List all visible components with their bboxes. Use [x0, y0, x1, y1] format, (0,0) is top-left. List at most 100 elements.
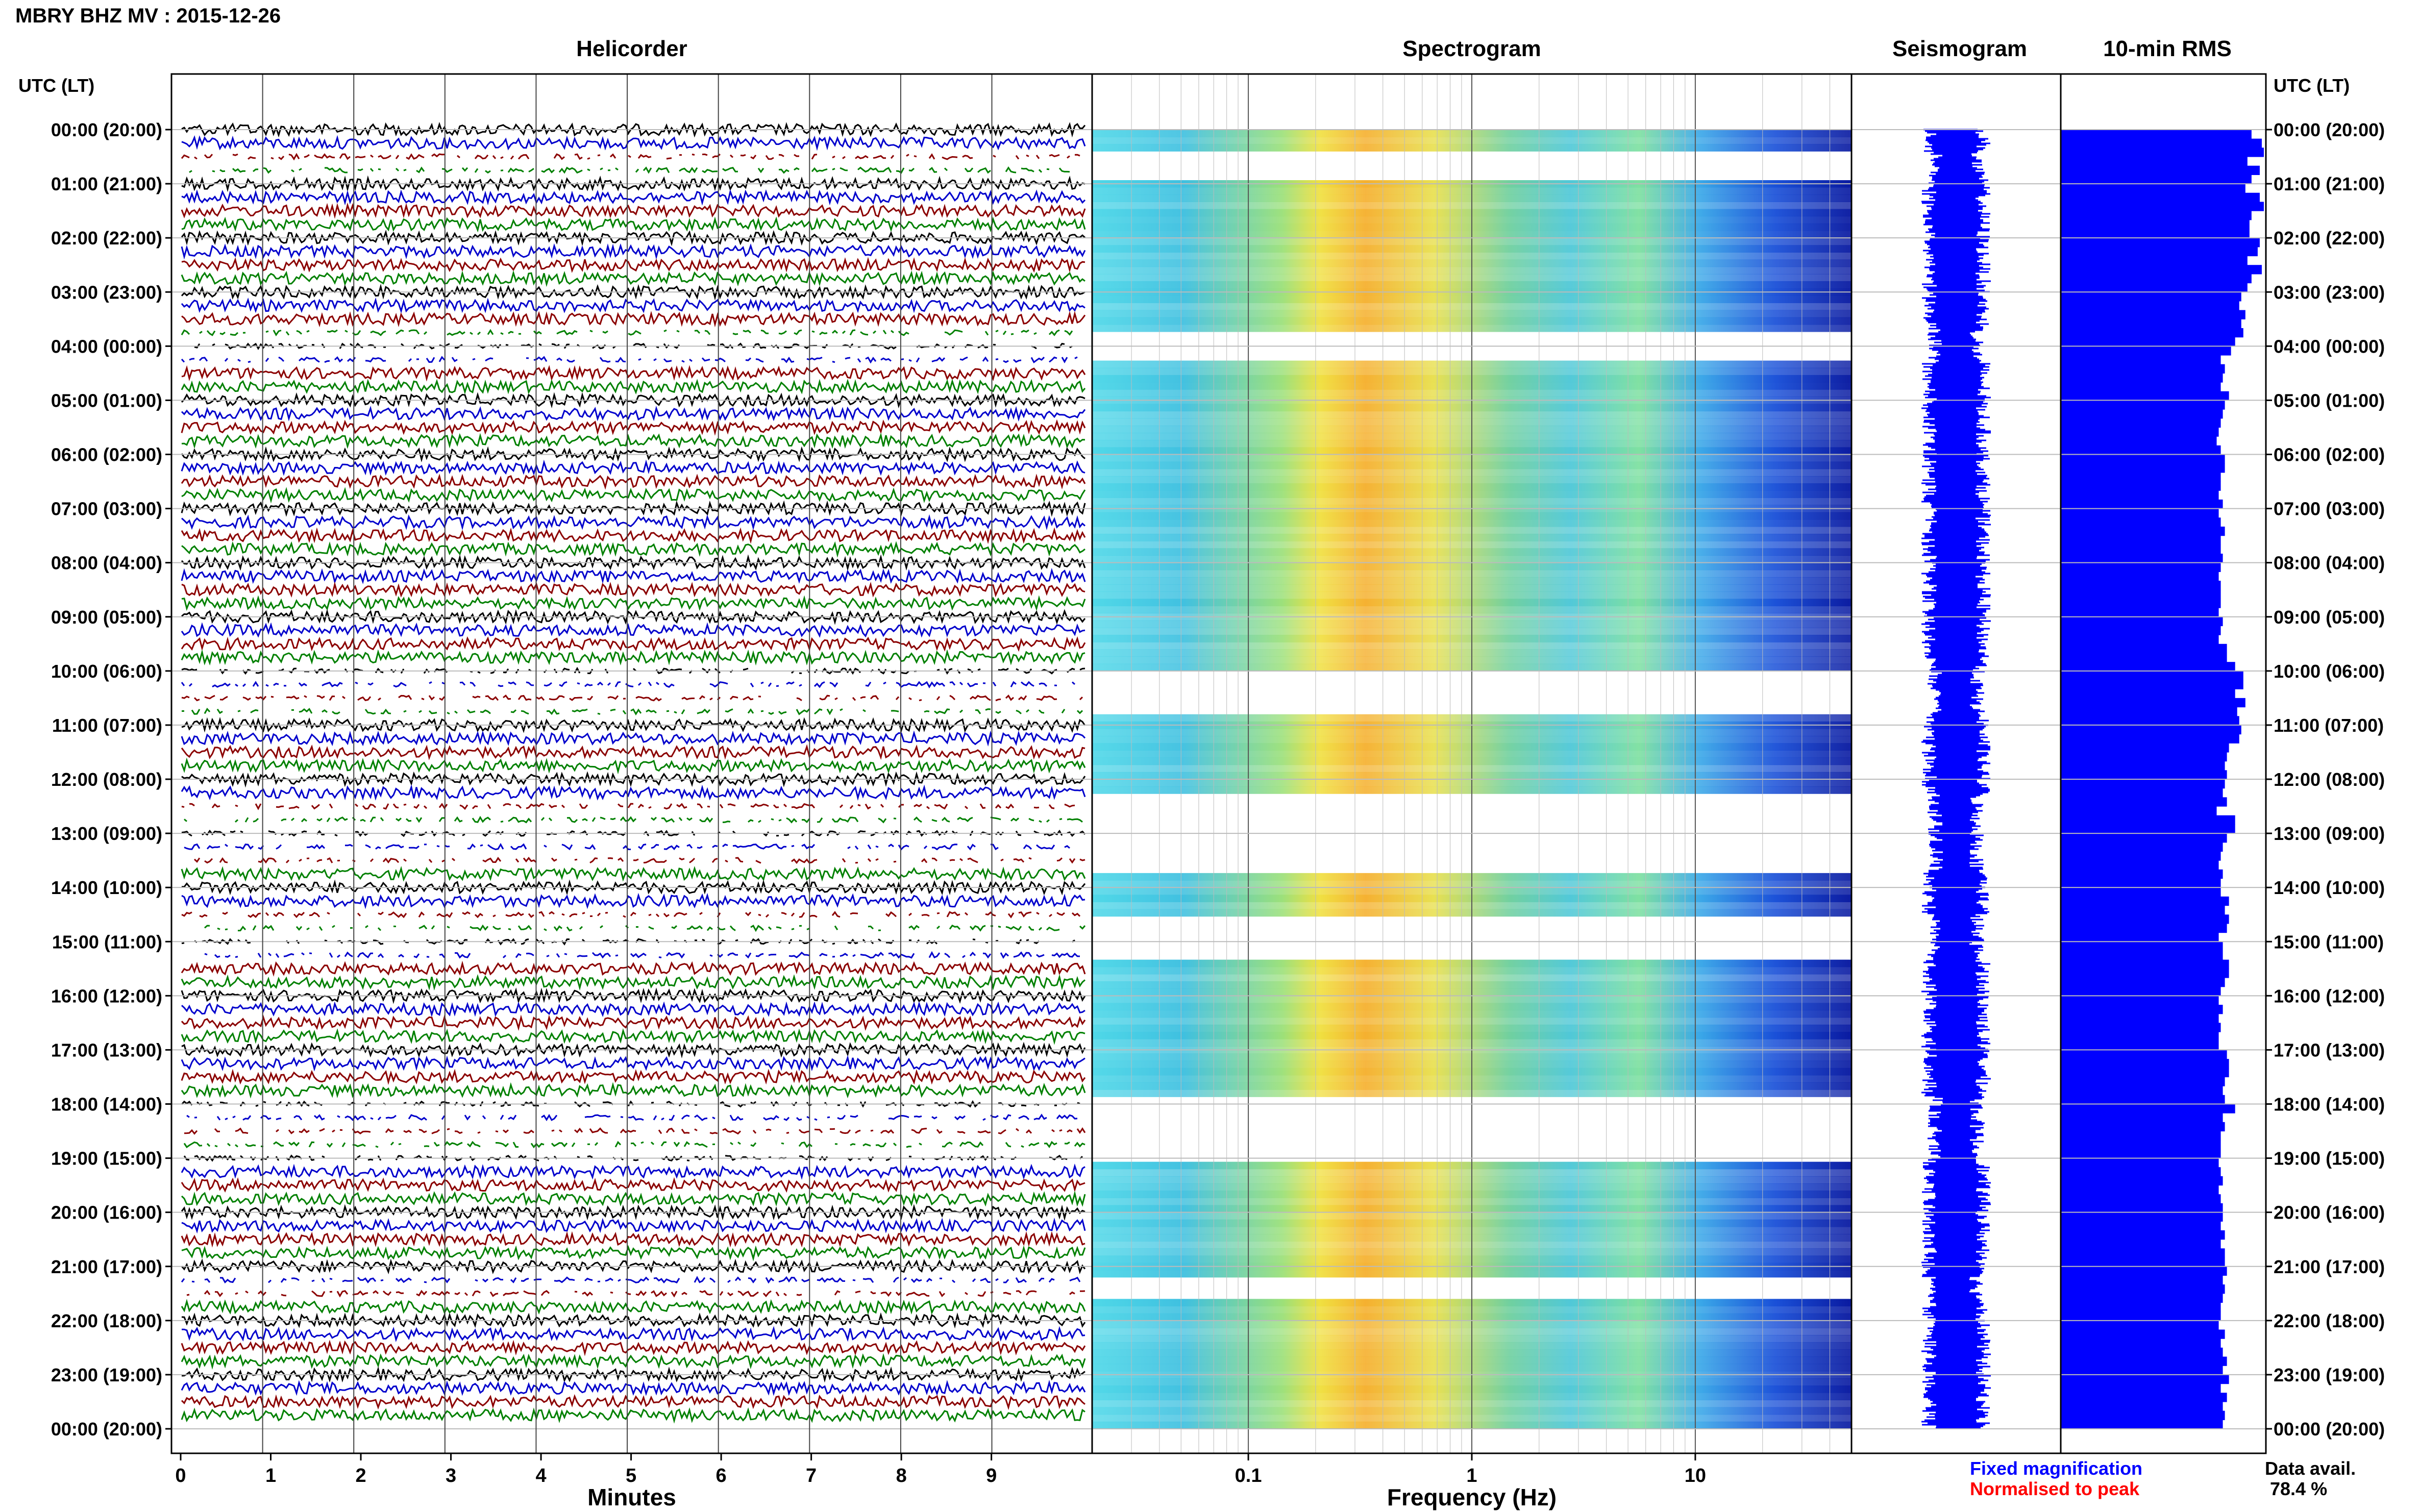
rms-bar [2061, 824, 2235, 834]
rms-bar [2061, 1040, 2219, 1051]
rms-bar [2061, 535, 2221, 545]
minute-tick-label: 7 [806, 1465, 817, 1486]
time-tick-left: 17:00 (13:00) [51, 1039, 162, 1060]
rms-bar [2061, 553, 2223, 563]
rms-bar [2061, 292, 2241, 302]
time-tick-right: 17:00 (13:00) [2274, 1039, 2385, 1060]
frequency-axis-label: Frequency (Hz) [1387, 1484, 1557, 1510]
rms-bar [2061, 1374, 2229, 1384]
rms-bar [2061, 941, 2223, 951]
helicorder-trace [181, 893, 1085, 909]
rms-bar [2061, 1095, 2225, 1105]
helicorder-trace [181, 135, 1086, 151]
rms-bar [2061, 643, 2227, 654]
rms-bar [2061, 301, 2239, 311]
time-tick-right: 21:00 (17:00) [2274, 1256, 2385, 1277]
helicorder-trace [181, 1407, 1085, 1424]
rms-bar [2061, 472, 2221, 482]
rms-bar [2061, 454, 2225, 464]
rms-bar [2061, 779, 2225, 789]
rms-bar [2061, 517, 2221, 527]
rms-bar [2061, 878, 2221, 888]
time-tick-left: 08:00 (04:00) [51, 553, 162, 574]
helicorder-trace [181, 1340, 1086, 1356]
helicorder-trace [182, 1277, 1085, 1282]
time-tick-right: 02:00 (22:00) [2274, 228, 2385, 249]
helicorder-trace [181, 487, 1086, 504]
helicorder-trace [184, 1127, 1086, 1135]
rms-bar [2061, 806, 2217, 816]
frequency-tick-label: 1 [1466, 1465, 1477, 1486]
rms-bar [2061, 508, 2219, 518]
helicorder-panel-title: Helicorder [576, 36, 687, 61]
rms-bar [2061, 1032, 2219, 1042]
legend-fixed-magnification: Fixed magnification [1970, 1458, 2142, 1479]
data-availability-value: 78.4 % [2270, 1478, 2327, 1499]
time-tick-left: 01:00 (21:00) [51, 173, 162, 194]
time-tick-left: 00:00 (20:00) [51, 119, 162, 140]
rms-bar [2061, 1410, 2225, 1420]
rms-bar [2061, 743, 2229, 753]
helicorder-trace [181, 744, 1085, 760]
rms-bar [2061, 544, 2221, 554]
rms-bar [2061, 626, 2221, 635]
rms-bar [2061, 788, 2223, 798]
time-tick-right: 14:00 (10:00) [2274, 877, 2385, 898]
rms-bar [2061, 1266, 2227, 1276]
rms-bar [2061, 229, 2250, 238]
time-tick-right: 13:00 (09:00) [2274, 823, 2385, 844]
helicorder-trace [182, 154, 1085, 159]
rms-bar [2061, 1185, 2219, 1195]
time-tick-left: 12:00 (08:00) [51, 769, 162, 790]
left-axis-label: UTC (LT) [18, 75, 94, 96]
minute-tick-label: 6 [716, 1465, 727, 1486]
frequency-tick-label: 0.1 [1235, 1465, 1262, 1486]
time-tick-right: 23:00 (19:00) [2274, 1365, 2385, 1385]
helicorder-trace [181, 960, 1086, 977]
rms-bar [2061, 1366, 2223, 1375]
rms-bar [2061, 1113, 2223, 1123]
helicorder-panel [181, 121, 1086, 1424]
rms-bar [2061, 599, 2221, 608]
rms-bar [2061, 1248, 2225, 1258]
rms-bar [2061, 1194, 2221, 1204]
helicorder-trace [181, 567, 1086, 584]
rms-bar [2061, 283, 2248, 292]
rms-bar [2061, 463, 2225, 473]
time-tick-right: 12:00 (08:00) [2274, 769, 2385, 790]
helicorder-trace [193, 857, 1085, 864]
helicorder-trace [181, 1163, 1085, 1180]
rms-bar [2061, 436, 2217, 446]
helicorder-trace [181, 865, 1086, 882]
helicorder-trace [181, 974, 1085, 991]
minute-tick-label: 9 [986, 1465, 997, 1486]
time-tick-right: 16:00 (12:00) [2274, 985, 2385, 1006]
rms-bar [2061, 445, 2221, 455]
rms-bar [2061, 734, 2239, 743]
rms-bar [2061, 608, 2219, 617]
rms-bar [2061, 1077, 2225, 1086]
rms-bar [2061, 1005, 2223, 1014]
rms-bar [2061, 1140, 2221, 1150]
helicorder-trace [181, 1326, 1085, 1343]
rms-bar [2061, 996, 2219, 1005]
rms-bar [2061, 662, 2235, 672]
helicorder-trace [181, 1177, 1085, 1193]
helicorder-trace [181, 541, 1085, 558]
helicorder-trace [181, 459, 1085, 476]
time-tick-right: 01:00 (21:00) [2274, 173, 2385, 194]
rms-bar [2061, 905, 2225, 915]
helicorder-trace [181, 1218, 1086, 1234]
rms-bar [2061, 1221, 2221, 1231]
time-tick-left: 09:00 (05:00) [51, 607, 162, 628]
time-tick-left: 22:00 (18:00) [51, 1310, 162, 1331]
helicorder-trace [184, 845, 1080, 850]
rms-bar [2061, 175, 2252, 184]
helicorder-trace [204, 951, 1080, 959]
minute-tick-label: 8 [896, 1465, 907, 1486]
rms-bar [2061, 716, 2239, 726]
helicorder-trace [182, 682, 1085, 687]
helicorder-trace [181, 311, 1086, 328]
minute-tick-label: 3 [446, 1465, 456, 1486]
time-tick-right: 07:00 (03:00) [2274, 499, 2385, 519]
